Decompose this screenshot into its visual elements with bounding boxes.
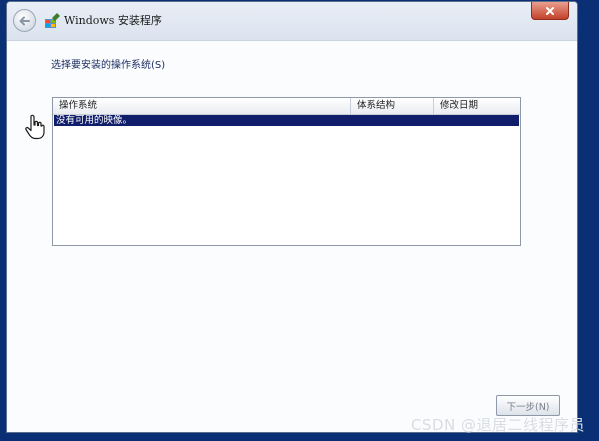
os-select-prompt: 选择要安装的操作系统(S) — [51, 60, 166, 71]
content-area: 选择要安装的操作系统(S) 操作系统 体系结构 修改日期 没有可用的映像。 下一… — [7, 41, 577, 432]
os-list[interactable]: 操作系统 体系结构 修改日期 没有可用的映像。 — [52, 97, 521, 246]
back-arrow-icon — [19, 16, 30, 25]
close-button[interactable] — [531, 2, 569, 20]
column-header-os[interactable]: 操作系统 — [53, 98, 351, 114]
watermark: CSDN @退居二线程序员 — [410, 416, 585, 434]
hand-cursor-icon — [25, 114, 45, 140]
column-header-modified-date[interactable]: 修改日期 — [434, 98, 518, 114]
column-header-architecture[interactable]: 体系结构 — [351, 98, 434, 114]
window-title: Windows 安装程序 — [64, 14, 162, 27]
setup-app-icon — [45, 13, 60, 28]
back-button[interactable] — [13, 9, 36, 32]
list-item[interactable]: 没有可用的映像。 — [54, 115, 519, 126]
next-button[interactable]: 下一步(N) — [496, 395, 560, 416]
setup-window: Windows 安装程序 选择要安装的操作系统(S) 操作系统 体系结构 修改日… — [6, 1, 578, 433]
close-icon — [546, 6, 554, 15]
list-header: 操作系统 体系结构 修改日期 — [53, 98, 520, 115]
title-bar: Windows 安装程序 — [7, 2, 577, 41]
